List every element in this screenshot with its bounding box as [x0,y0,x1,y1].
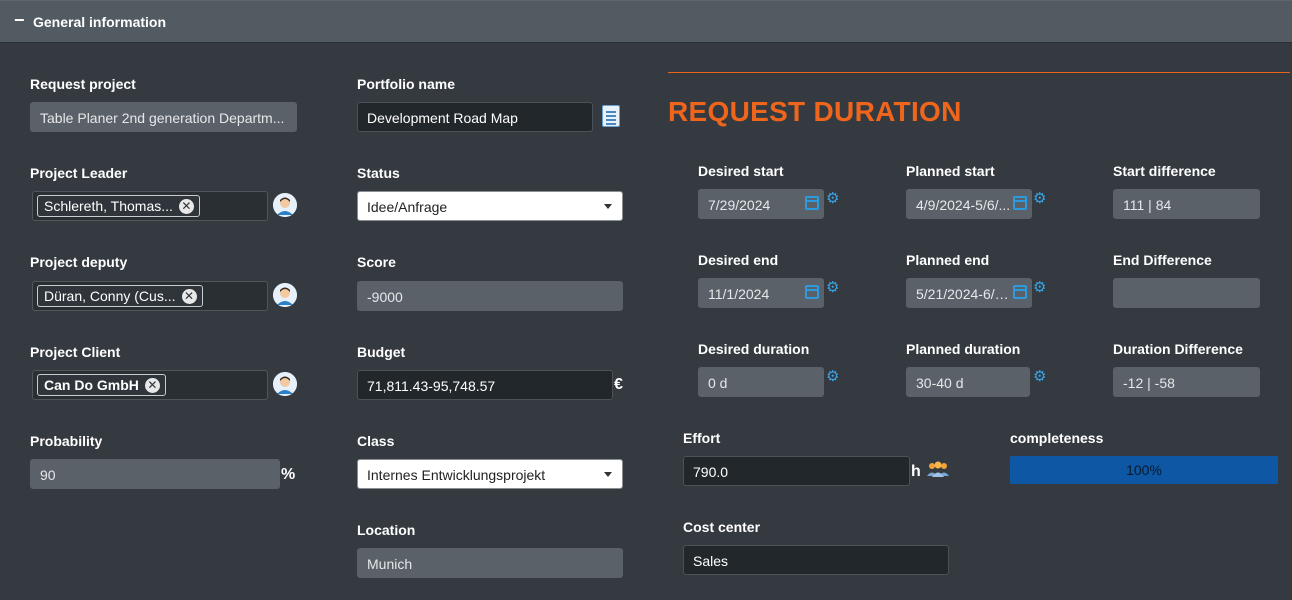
duration-difference-field: -12 | -58 [1113,367,1260,397]
location-label: Location [357,522,416,538]
status-select[interactable]: Idee/Anfrage [357,191,623,221]
hours-unit: h [911,463,921,480]
project-client-field[interactable]: Can Do GmbH ✕ [32,370,268,400]
project-leader-field[interactable]: Schlereth, Thomas... ✕ [32,191,268,221]
budget-field[interactable]: 71,811.43-95,748.57 [357,370,613,400]
remove-tag-icon[interactable]: ✕ [181,289,197,304]
class-select[interactable]: Internes Entwicklungsprojekt [357,459,623,489]
section-divider [668,72,1290,73]
budget-label: Budget [357,344,406,360]
project-deputy-label: Project deputy [30,254,128,270]
gear-icon[interactable]: ⚙ [826,191,839,206]
probability-field: 90 [30,459,280,489]
remove-tag-icon[interactable]: ✕ [178,199,194,214]
project-client-label: Project Client [30,344,121,360]
duration-difference-label: Duration Difference [1113,341,1243,357]
gear-icon[interactable]: ⚙ [826,280,839,295]
desired-end-label: Desired end [698,252,779,268]
class-value: Internes Entwicklungsprojekt [367,467,546,483]
tag-label: Schlereth, Thomas... [44,198,173,214]
end-difference-label: End Difference [1113,252,1212,268]
avatar-icon[interactable] [273,283,297,307]
collapse-icon[interactable]: − [14,10,25,30]
status-value: Idee/Anfrage [367,199,448,215]
calendar-icon[interactable] [805,285,819,299]
gear-icon[interactable]: ⚙ [1033,369,1046,384]
dropdown-caret-icon [604,472,612,477]
avatar-icon[interactable] [273,372,297,396]
start-difference-field: 111 | 84 [1113,189,1260,219]
cost-center-label: Cost center [683,519,761,535]
people-icon[interactable] [927,461,949,477]
desired-duration-label: Desired duration [698,341,810,357]
project-leader-tag: Schlereth, Thomas... ✕ [37,195,200,217]
euro-unit: € [614,376,623,393]
tag-label: Düran, Conny (Cus... [44,288,176,304]
score-field: -9000 [357,281,623,311]
start-difference-label: Start difference [1113,163,1216,179]
status-label: Status [357,165,400,181]
planned-end-label: Planned end [906,252,990,268]
effort-field[interactable]: 790.0 [683,456,910,486]
end-difference-field [1113,278,1260,308]
remove-tag-icon[interactable]: ✕ [144,378,160,393]
request-project-field: Table Planer 2nd generation Departm... [30,102,297,132]
score-label: Score [357,254,396,270]
planned-start-label: Planned start [906,163,995,179]
percent-unit: % [281,466,296,483]
completeness-bar: 100% [1010,456,1278,484]
effort-label: Effort [683,430,721,446]
project-deputy-field[interactable]: Düran, Conny (Cus... ✕ [32,281,268,311]
class-label: Class [357,433,395,449]
request-duration-title: REQUEST DURATION [668,96,962,127]
planned-duration-label: Planned duration [906,341,1021,357]
tag-label: Can Do GmbH [44,377,139,393]
desired-start-label: Desired start [698,163,784,179]
section-header[interactable]: − General information [0,0,1292,43]
cost-center-field[interactable]: Sales [683,545,949,575]
portfolio-name-field[interactable]: Development Road Map [357,102,593,132]
gear-icon[interactable]: ⚙ [1033,280,1046,295]
calendar-icon[interactable] [1013,285,1027,299]
probability-label: Probability [30,433,103,449]
calendar-icon[interactable] [805,196,819,210]
document-icon[interactable] [602,105,620,127]
portfolio-name-label: Portfolio name [357,76,456,92]
project-leader-label: Project Leader [30,165,128,181]
gear-icon[interactable]: ⚙ [1033,191,1046,206]
desired-duration-field[interactable]: 0 d [698,367,824,397]
completeness-label: completeness [1010,430,1104,446]
request-project-label: Request project [30,76,136,92]
section-title: General information [33,14,167,30]
gear-icon[interactable]: ⚙ [826,369,839,384]
dropdown-caret-icon [604,204,612,209]
planned-duration-field: 30-40 d [906,367,1030,397]
calendar-icon[interactable] [1013,196,1027,210]
avatar-icon[interactable] [273,193,297,217]
project-deputy-tag: Düran, Conny (Cus... ✕ [37,285,203,307]
location-field: Munich [357,548,623,578]
project-client-tag: Can Do GmbH ✕ [37,374,166,396]
